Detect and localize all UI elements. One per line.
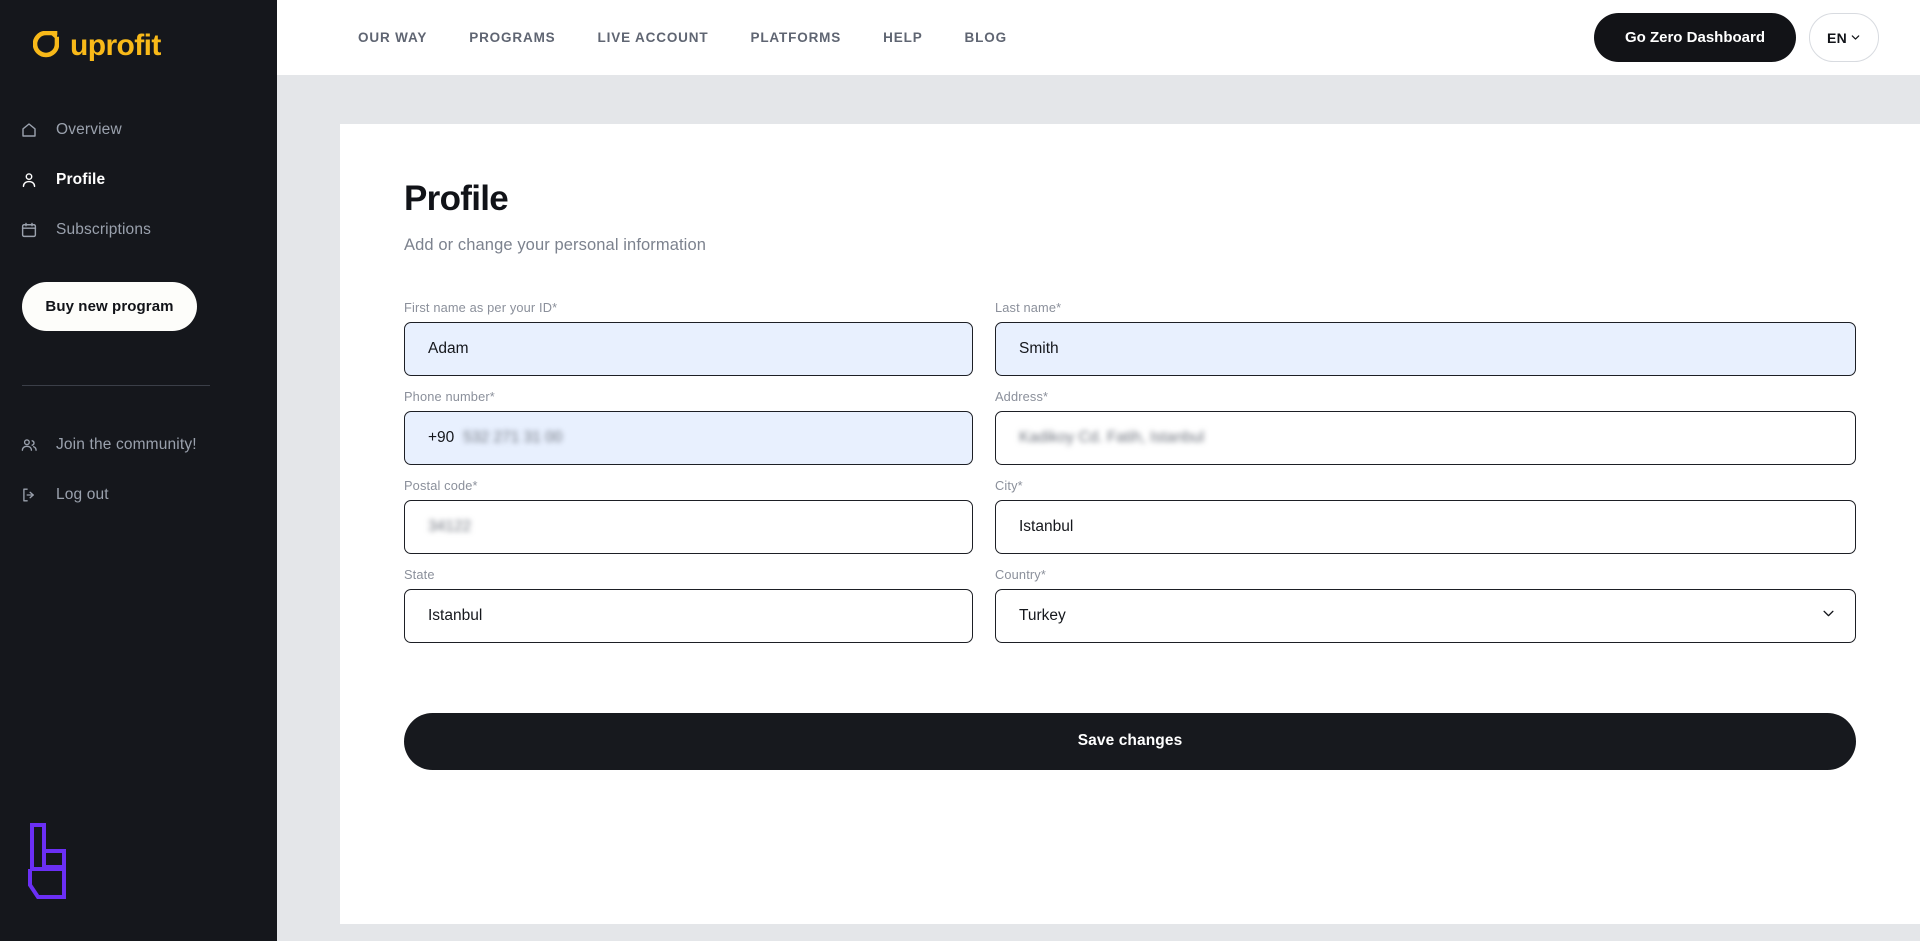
- field-label: Address*: [995, 388, 1049, 404]
- field-label: Last name*: [995, 299, 1062, 315]
- field-label: State: [404, 566, 435, 582]
- main-region: OUR WAY PROGRAMS LIVE ACCOUNT PLATFORMS …: [277, 0, 1920, 941]
- phone-country-prefix: +90: [428, 428, 455, 446]
- field-label: City*: [995, 477, 1023, 493]
- save-changes-button[interactable]: Save changes: [404, 712, 1856, 770]
- content-area: Profile Add or change your personal info…: [277, 75, 1920, 941]
- first-name-input[interactable]: Adam: [404, 321, 973, 376]
- brand-name: uprofit: [70, 29, 161, 62]
- last-name-input[interactable]: Smith: [995, 321, 1856, 376]
- calendar-icon: [19, 220, 39, 240]
- top-nav: OUR WAY PROGRAMS LIVE ACCOUNT PLATFORMS …: [337, 30, 1028, 45]
- top-header: OUR WAY PROGRAMS LIVE ACCOUNT PLATFORMS …: [277, 0, 1920, 75]
- buy-new-program-button[interactable]: Buy new program: [22, 282, 197, 331]
- postal-code-value: 34122: [428, 517, 472, 535]
- phone-number-value: 532 271 31 00: [463, 428, 563, 446]
- field-postal-code: Postal code* 34122: [404, 465, 973, 554]
- state-input[interactable]: Istanbul: [404, 588, 973, 643]
- sidebar-item-label: Overview: [56, 121, 122, 138]
- field-phone-number: Phone number* +90 532 271 31 00: [404, 376, 973, 465]
- page-title: Profile: [404, 179, 509, 218]
- sidebar-nav: Overview Profile Subscriptions: [0, 105, 277, 255]
- top-nav-item-live-account[interactable]: LIVE ACCOUNT: [577, 30, 730, 45]
- field-label: First name as per your ID*: [404, 299, 558, 315]
- user-icon: [19, 170, 39, 190]
- city-input[interactable]: Istanbul: [995, 499, 1856, 554]
- go-zero-dashboard-button[interactable]: Go Zero Dashboard: [1593, 13, 1796, 62]
- chevron-down-icon: [1850, 30, 1861, 46]
- field-label: Phone number*: [404, 388, 495, 404]
- field-first-name: First name as per your ID* Adam: [404, 287, 973, 376]
- profile-card: Profile Add or change your personal info…: [340, 124, 1920, 924]
- app-root: uprofit Overview Profile Subscriptions B…: [0, 0, 1920, 941]
- sidebar-item-subscriptions[interactable]: Subscriptions: [0, 205, 277, 255]
- state-value: Istanbul: [428, 606, 483, 624]
- country-value: Turkey: [1019, 606, 1066, 624]
- top-nav-item-platforms[interactable]: PLATFORMS: [729, 30, 862, 45]
- logout-icon: [19, 485, 39, 505]
- top-nav-item-programs[interactable]: PROGRAMS: [448, 30, 576, 45]
- language-label: EN: [1826, 29, 1848, 46]
- country-select-wrapper: Turkey: [995, 588, 1856, 643]
- home-icon: [19, 120, 39, 140]
- uprofit-mark-icon: [32, 30, 60, 61]
- first-name-value: Adam: [428, 339, 469, 357]
- sidebar-item-join-community[interactable]: Join the community!: [0, 420, 277, 470]
- top-nav-item-blog[interactable]: BLOG: [944, 30, 1028, 45]
- page-subtitle: Add or change your personal information: [404, 235, 706, 254]
- sidebar-item-overview[interactable]: Overview: [0, 105, 277, 155]
- top-header-actions: Go Zero Dashboard EN: [1593, 0, 1879, 75]
- field-address: Address* Kadikoy Cd. Fatih, Istanbul: [995, 376, 1856, 465]
- last-name-value: Smith: [1019, 339, 1059, 357]
- sidebar-divider: [22, 385, 210, 386]
- city-value: Istanbul: [1019, 517, 1074, 535]
- field-state: State Istanbul: [404, 554, 973, 643]
- sidebar: uprofit Overview Profile Subscriptions B…: [0, 0, 277, 941]
- phone-number-input[interactable]: +90 532 271 31 00: [404, 410, 973, 465]
- sidebar-item-log-out[interactable]: Log out: [0, 470, 277, 520]
- address-input[interactable]: Kadikoy Cd. Fatih, Istanbul: [995, 410, 1856, 465]
- field-country: Country* Turkey: [995, 554, 1856, 643]
- country-select[interactable]: Turkey: [995, 588, 1856, 643]
- brand-logo[interactable]: uprofit: [0, 0, 277, 72]
- top-nav-item-help[interactable]: HELP: [862, 30, 943, 45]
- postal-code-input[interactable]: 34122: [404, 499, 973, 554]
- sidebar-item-label: Log out: [56, 486, 109, 503]
- profile-form: First name as per your ID* Adam Last nam…: [404, 287, 1856, 643]
- sidebar-item-label: Profile: [56, 171, 106, 188]
- uprofit-monogram-icon: [24, 823, 84, 905]
- field-label: Country*: [995, 566, 1046, 582]
- top-nav-item-our-way[interactable]: OUR WAY: [337, 30, 448, 45]
- field-last-name: Last name* Smith: [995, 287, 1856, 376]
- users-icon: [19, 435, 39, 455]
- language-selector[interactable]: EN: [1809, 13, 1879, 62]
- sidebar-item-profile[interactable]: Profile: [0, 155, 277, 205]
- sidebar-item-label: Join the community!: [56, 436, 197, 453]
- field-label: Postal code*: [404, 477, 478, 493]
- sidebar-item-label: Subscriptions: [56, 221, 151, 238]
- address-value: Kadikoy Cd. Fatih, Istanbul: [1019, 428, 1205, 446]
- sidebar-secondary-nav: Join the community! Log out: [0, 420, 277, 520]
- field-city: City* Istanbul: [995, 465, 1856, 554]
